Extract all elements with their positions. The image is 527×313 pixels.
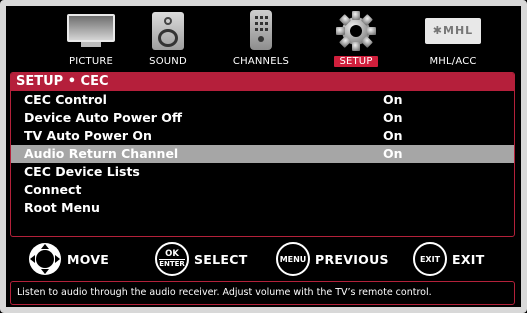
exit-button-icon: EXIT [413,242,447,276]
menu-item-label: CEC Device Lists [24,164,140,179]
move-key[interactable]: MOVE [28,242,109,276]
tab-sound-label: SOUND [149,56,187,67]
exit-label: EXIT [452,251,485,267]
menu-item-value: On [383,110,403,125]
tab-channels-label: CHANNELS [232,56,290,67]
menu-item-audio-return-channel[interactable]: Audio Return Channel On [11,145,514,163]
tv-icon [67,14,115,47]
menu-item-device-auto-power-off[interactable]: Device Auto Power Off On [11,109,514,127]
menu-item-label: TV Auto Power On [24,128,152,143]
tab-picture-label: PICTURE [68,56,114,67]
tab-channels[interactable]: CHANNELS [216,6,306,72]
ok-enter-button-icon: OK ENTER [155,242,189,276]
menu-item-label: Device Auto Power Off [24,110,183,125]
menu-item-root-menu[interactable]: Root Menu [11,199,514,217]
menu-tab-bar: PICTURE SOUND CHANNELS SETUP ✱MHL MHL/AC… [6,6,521,72]
tab-mhl-acc[interactable]: ✱MHL MHL/ACC [408,6,498,72]
tab-picture[interactable]: PICTURE [46,6,136,72]
speaker-icon [152,12,184,50]
remote-key-legend: MOVE OK ENTER SELECT MENU PREVIOUS EXIT E… [10,240,515,278]
previous-label: PREVIOUS [315,251,389,267]
menu-item-tv-auto-power-on[interactable]: TV Auto Power On On [11,127,514,145]
mhl-logo-icon: ✱MHL [425,18,481,44]
help-text-bar: Listen to audio through the audio receiv… [10,281,515,305]
gear-icon [336,11,376,51]
menu-button-icon: MENU [276,242,310,276]
menu-item-cec-control[interactable]: CEC Control On [11,91,514,109]
dpad-icon [29,243,61,275]
menu-item-connect[interactable]: Connect [11,181,514,199]
tab-setup[interactable]: SETUP [316,6,396,72]
previous-key[interactable]: MENU PREVIOUS [276,242,389,276]
select-key[interactable]: OK ENTER SELECT [155,242,248,276]
menu-item-label: Root Menu [24,200,100,215]
setup-cec-panel: SETUP • CEC CEC Control On Device Auto P… [10,72,515,237]
tab-setup-label: SETUP [334,56,378,67]
move-label: MOVE [67,251,110,267]
panel-title: SETUP • CEC [11,73,514,91]
menu-item-cec-device-lists[interactable]: CEC Device Lists [11,163,514,181]
tab-mhl-acc-label: MHL/ACC [429,56,477,67]
menu-item-value: On [383,128,403,143]
remote-icon [250,10,272,50]
menu-item-value: On [383,92,403,107]
exit-key[interactable]: EXIT EXIT [413,242,485,276]
menu-item-label: Connect [24,182,82,197]
menu-item-value: On [383,146,403,161]
menu-item-label: Audio Return Channel [24,146,179,161]
menu-item-label: CEC Control [24,92,107,107]
select-label: SELECT [194,251,248,267]
tab-sound[interactable]: SOUND [128,6,208,72]
